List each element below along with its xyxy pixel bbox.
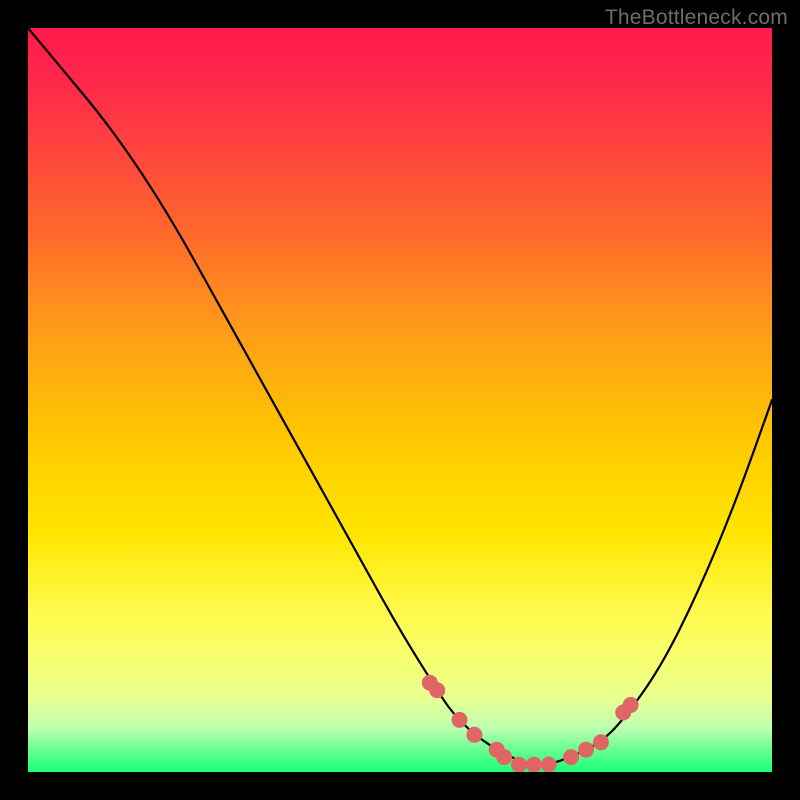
highlighted-point <box>578 742 594 758</box>
highlighted-point <box>511 757 527 772</box>
watermark-text: TheBottleneck.com <box>605 6 788 30</box>
highlighted-point <box>452 712 468 728</box>
highlighted-point <box>466 727 482 743</box>
highlighted-point <box>593 734 609 750</box>
chart-svg <box>28 28 772 772</box>
highlighted-point <box>563 749 579 765</box>
highlighted-point <box>496 749 512 765</box>
highlighted-point <box>541 757 557 772</box>
highlighted-point <box>526 757 542 772</box>
chart-plot-area <box>28 28 772 772</box>
highlighted-point <box>429 682 445 698</box>
highlighted-points-group <box>422 675 639 772</box>
bottleneck-curve-line <box>28 28 772 765</box>
highlighted-point <box>623 697 639 713</box>
